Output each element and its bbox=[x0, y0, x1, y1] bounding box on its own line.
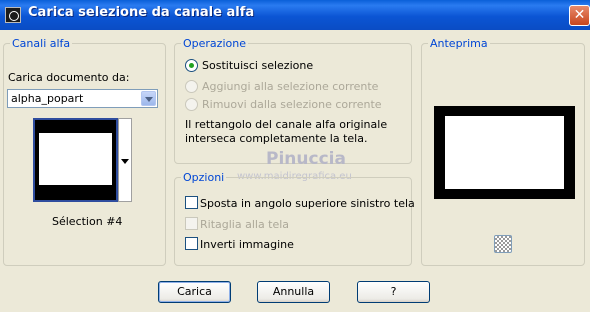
preview-image bbox=[434, 106, 575, 199]
selection-thumbnail-shape bbox=[39, 133, 112, 185]
help-button[interactable]: ? bbox=[357, 281, 430, 303]
title-bar: Carica selezione da canale alfa ✕ bbox=[0, 0, 590, 30]
checkbox-sposta-label[interactable]: Sposta in angolo superiore sinistro tela bbox=[200, 197, 415, 210]
info-text-line2: interseca completamente la tela. bbox=[185, 132, 368, 145]
canali-alfa-legend: Canali alfa bbox=[10, 37, 73, 50]
opzioni-legend: Opzioni bbox=[181, 171, 227, 184]
selection-label: Sélection #4 bbox=[52, 215, 123, 228]
anteprima-legend: Anteprima bbox=[428, 37, 490, 50]
chevron-down-icon[interactable] bbox=[141, 91, 156, 106]
checkbox-sposta[interactable] bbox=[185, 196, 198, 209]
radio-sostituisci-label[interactable]: Sostituisci selezione bbox=[202, 59, 313, 72]
thumbnail-dropdown-button[interactable] bbox=[118, 118, 132, 202]
window-title: Carica selezione da canale alfa bbox=[28, 5, 255, 20]
app-icon bbox=[5, 7, 21, 23]
checkbox-ritaglia[interactable] bbox=[185, 217, 198, 230]
close-button[interactable]: ✕ bbox=[569, 5, 590, 26]
checker-icon[interactable] bbox=[494, 235, 512, 253]
preview-selection-area bbox=[445, 116, 564, 189]
info-text-line1: Il rettangolo del canale alfa originale bbox=[185, 118, 388, 131]
document-select[interactable]: alpha_popart bbox=[7, 89, 158, 108]
radio-sostituisci[interactable] bbox=[185, 59, 198, 72]
watermark-name: Pinuccia bbox=[266, 149, 346, 169]
radio-rimuovi[interactable] bbox=[185, 98, 198, 111]
radio-aggiungi-label[interactable]: Aggiungi alla selezione corrente bbox=[202, 80, 378, 93]
checkbox-inverti[interactable] bbox=[185, 237, 198, 250]
operazione-legend: Operazione bbox=[181, 37, 248, 50]
checkbox-inverti-label[interactable]: Inverti immagine bbox=[200, 238, 294, 251]
radio-rimuovi-label[interactable]: Rimuovi dalla selezione corrente bbox=[202, 98, 382, 111]
load-button[interactable]: Carica bbox=[158, 281, 231, 303]
radio-aggiungi[interactable] bbox=[185, 80, 198, 93]
selection-thumbnail[interactable] bbox=[33, 118, 118, 202]
cancel-button[interactable]: Annulla bbox=[257, 281, 330, 303]
document-select-value: alpha_popart bbox=[11, 92, 84, 105]
load-document-label: Carica documento da: bbox=[8, 71, 130, 84]
checkbox-ritaglia-label[interactable]: Ritaglia alla tela bbox=[200, 218, 289, 231]
